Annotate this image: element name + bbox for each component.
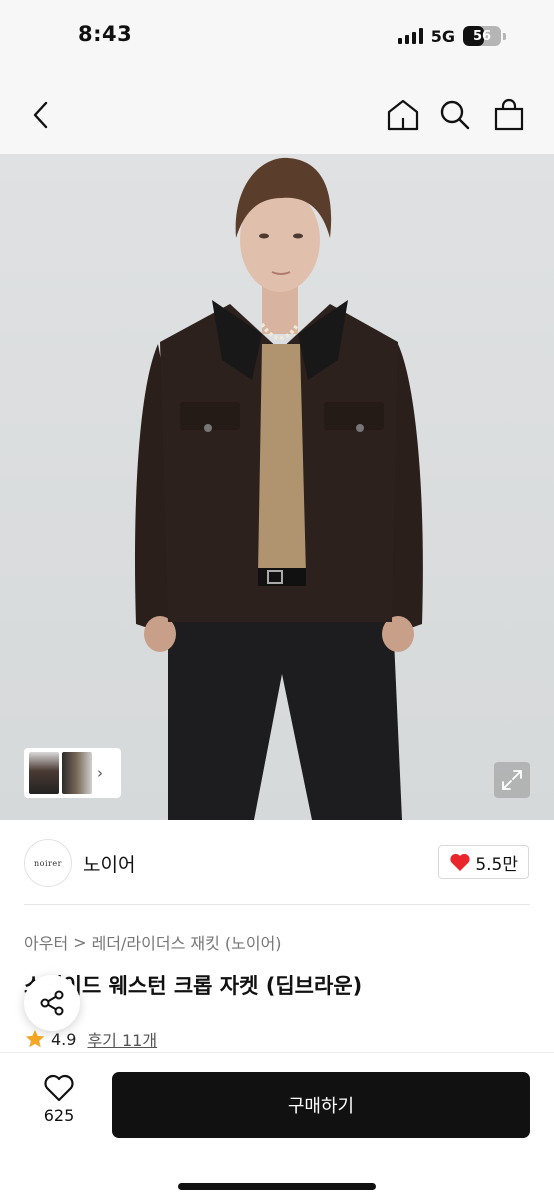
- heart-icon: [450, 853, 470, 871]
- search-icon: [440, 100, 470, 130]
- brand-name[interactable]: 노이어: [83, 850, 135, 877]
- brand-like-count: 5.5만: [475, 854, 518, 875]
- share-icon: [40, 990, 64, 1016]
- battery-level: 56: [472, 28, 492, 44]
- gallery-thumbnails[interactable]: ›: [24, 748, 121, 798]
- network-type: 5G: [430, 26, 455, 46]
- home-icon: [387, 99, 419, 131]
- breadcrumb-separator: >: [73, 932, 87, 952]
- thumbnail-2[interactable]: [62, 752, 92, 794]
- battery-icon: 56: [463, 26, 501, 46]
- star-icon: [25, 1029, 45, 1048]
- brand-row[interactable]: noirer 노이어 5.5만: [0, 820, 554, 906]
- divider: [24, 904, 530, 905]
- breadcrumb: 아우터 > 레더/라이더스 재킷 (노이어): [24, 930, 282, 954]
- heart-outline-icon: [44, 1074, 74, 1102]
- expand-icon: [502, 770, 522, 790]
- brand-like-button[interactable]: 5.5만: [438, 845, 529, 879]
- expand-image-button[interactable]: [494, 762, 530, 798]
- thumbnail-1[interactable]: [29, 752, 59, 794]
- rating-value: 4.9: [51, 1029, 77, 1049]
- status-bar: 8:43 5G 56: [0, 0, 554, 76]
- buy-button[interactable]: 구매하기: [112, 1072, 530, 1138]
- battery-cap: [503, 32, 506, 40]
- home-indicator: [178, 1183, 376, 1190]
- breadcrumb-category[interactable]: 아우터: [24, 930, 68, 954]
- bottom-action-bar: 625 구매하기: [0, 1052, 554, 1200]
- cart-button[interactable]: [490, 96, 528, 134]
- breadcrumb-subcategory[interactable]: 레더/라이더스 재킷 (노이어): [92, 930, 282, 954]
- status-indicators: 5G 56: [397, 26, 506, 46]
- wishlist-count: 625: [43, 1106, 75, 1125]
- search-button[interactable]: [436, 96, 474, 134]
- wishlist-button[interactable]: 625: [28, 1073, 90, 1135]
- share-button[interactable]: [24, 975, 80, 1031]
- chevron-right-icon[interactable]: ›: [97, 764, 103, 782]
- brand-logo-text: noirer: [34, 858, 62, 868]
- product-photo: [134, 157, 423, 820]
- brand-logo[interactable]: noirer: [24, 839, 72, 887]
- back-button[interactable]: [22, 96, 60, 134]
- home-button[interactable]: [384, 96, 422, 134]
- top-nav: [0, 76, 554, 154]
- chevron-left-icon: [33, 101, 48, 129]
- rating-row: 4.9 후기 11개: [24, 1027, 157, 1051]
- review-count-link[interactable]: 후기 11개: [87, 1027, 157, 1051]
- product-image-carousel[interactable]: ›: [0, 154, 554, 820]
- shopping-bag-icon: [494, 98, 524, 131]
- status-time: 8:43: [78, 22, 133, 46]
- cellular-signal-icon: [397, 28, 423, 44]
